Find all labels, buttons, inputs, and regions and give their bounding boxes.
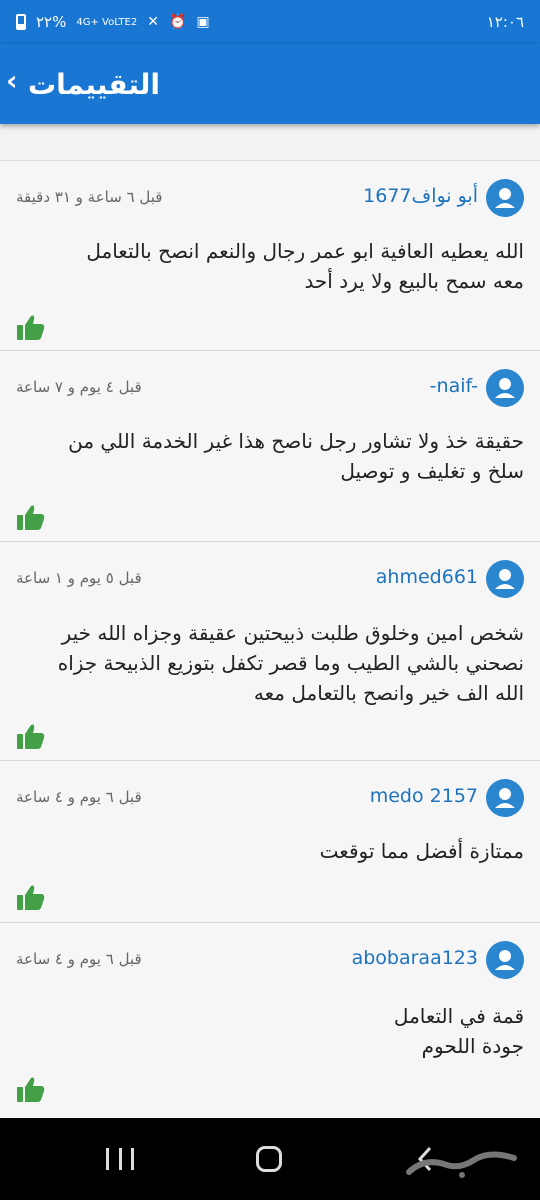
review-username[interactable]: أبو نواف1677	[363, 185, 478, 207]
thumbs-up-icon[interactable]	[16, 883, 46, 911]
thumbs-up-icon[interactable]	[16, 1075, 46, 1103]
user-avatar-icon[interactable]	[486, 941, 524, 979]
user-avatar-icon[interactable]	[486, 179, 524, 217]
review-text: الله يعطيه العافية ابو عمر رجال والنعم ا…	[86, 239, 524, 293]
battery-level: ٢٢%	[36, 13, 67, 31]
review-username[interactable]: abobaraa123	[352, 947, 478, 969]
alarm-icon: ⏰	[168, 14, 187, 30]
status-icons: ✕ ⏰ ▣	[147, 14, 209, 30]
notification-icon: ▣	[196, 14, 210, 30]
thumbs-up-icon[interactable]	[16, 722, 46, 750]
review-username[interactable]: medo 2157	[370, 785, 478, 807]
recent-apps-icon[interactable]	[106, 1148, 134, 1170]
review-username[interactable]: -naif-	[430, 375, 478, 397]
review-item: medo 2157 قبل ٦ يوم و ٤ ساعة ممتازة أفضل…	[0, 761, 540, 923]
review-text: حقيقة خذ ولا تشاور رجل ناصح هذا غير الخد…	[68, 429, 524, 483]
review-time: قبل ٦ يوم و ٤ ساعة	[16, 950, 142, 968]
reviews-list: أبو نواف1677 قبل ٦ ساعة و ٣١ دقيقة الله …	[0, 160, 540, 1119]
page-title: التقييمات	[28, 68, 160, 101]
review-text: قمة في التعامل جودة اللحوم	[393, 1004, 524, 1058]
status-left: ٢٢% 4G+ VoLTE2 ✕ ⏰ ▣	[16, 13, 210, 31]
user-avatar-icon[interactable]	[486, 369, 524, 407]
review-time: قبل ٦ يوم و ٤ ساعة	[16, 788, 142, 806]
review-item: أبو نواف1677 قبل ٦ ساعة و ٣١ دقيقة الله …	[0, 161, 540, 351]
home-icon[interactable]	[256, 1146, 282, 1172]
status-bar: ٢٢% 4G+ VoLTE2 ✕ ⏰ ▣ ١٢:٠٦	[0, 0, 540, 44]
battery-icon	[16, 14, 26, 30]
app-bar: ‹ التقييمات	[0, 44, 540, 124]
review-item: abobaraa123 قبل ٦ يوم و ٤ ساعة قمة في ال…	[0, 923, 540, 1119]
review-time: قبل ٦ ساعة و ٣١ دقيقة	[16, 188, 163, 206]
review-text: شخص امين وخلوق طلبت ذبيحتين عقيقة وجزاه …	[57, 621, 524, 705]
mute-icon: ✕	[147, 14, 159, 30]
system-navigation-bar	[0, 1118, 540, 1200]
review-item: ahmed661 قبل ٥ يوم و ١ ساعة شخص امين وخل…	[0, 542, 540, 761]
user-avatar-icon[interactable]	[486, 779, 524, 817]
back-chevron-icon[interactable]: ‹	[6, 66, 18, 96]
haraj-logo-icon	[406, 1151, 517, 1178]
network-label: 4G+ VoLTE2	[76, 16, 138, 28]
review-time: قبل ٥ يوم و ١ ساعة	[16, 569, 142, 587]
review-text: ممتازة أفضل مما توقعت	[319, 839, 524, 863]
thumbs-up-icon[interactable]	[16, 503, 46, 531]
review-item: -naif- قبل ٤ يوم و ٧ ساعة حقيقة خذ ولا ت…	[0, 351, 540, 542]
user-avatar-icon[interactable]	[486, 560, 524, 598]
thumbs-up-icon[interactable]	[16, 313, 46, 341]
clock: ١٢:٠٦	[486, 13, 524, 31]
review-username[interactable]: ahmed661	[376, 566, 478, 588]
review-time: قبل ٤ يوم و ٧ ساعة	[16, 378, 142, 396]
